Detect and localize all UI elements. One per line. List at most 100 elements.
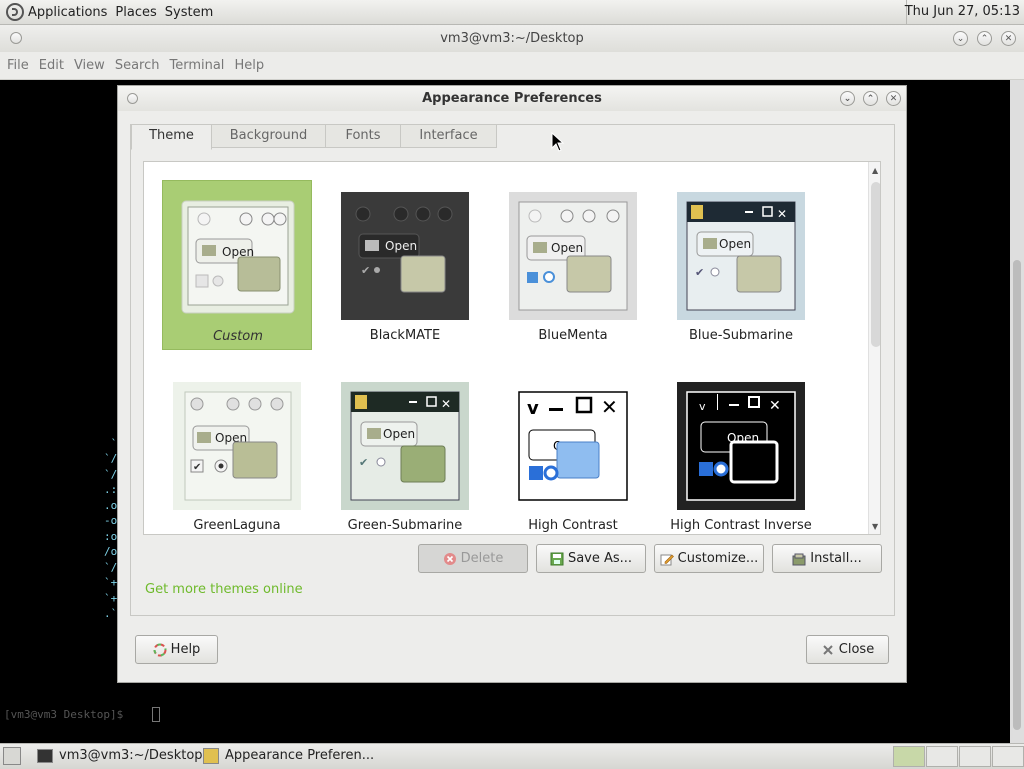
theme-item-custom[interactable]: Open Custom	[162, 180, 312, 350]
save-as-button[interactable]: Save As...	[536, 544, 646, 573]
clock[interactable]: Thu Jun 27, 05:13	[905, 4, 1020, 19]
svg-text:v: v	[527, 398, 539, 419]
task-label: Appearance Preferen...	[225, 748, 375, 763]
theme-item-blackmate[interactable]: Open ✔ BlackMATE	[330, 180, 480, 350]
workspace-3[interactable]	[959, 746, 991, 767]
terminal-icon	[37, 749, 53, 763]
show-desktop-icon[interactable]	[3, 747, 21, 765]
terminal-title: vm3@vm3:~/Desktop	[440, 31, 584, 46]
save-as-label: Save As...	[567, 551, 633, 566]
menu-search[interactable]: Search	[115, 58, 160, 73]
close-icon[interactable]: ✕	[1001, 31, 1016, 46]
menu-file[interactable]: File	[7, 58, 29, 73]
theme-item-bluementa[interactable]: Open BlueMenta	[498, 180, 648, 350]
maximize-icon[interactable]: ⌃	[863, 91, 878, 106]
scroll-up-icon[interactable]: ▲	[872, 166, 878, 175]
theme-preview-high-contrast: v ✕ Open	[509, 382, 637, 510]
appearance-dialog: Appearance Preferences ⌄ ⌃ ✕ Theme Backg…	[117, 85, 907, 683]
terminal-cursor	[152, 707, 160, 722]
save-icon	[550, 552, 564, 565]
top-panel: Applications Places System Thu Jun 27, 0…	[0, 0, 1024, 25]
scrollbar-thumb[interactable]	[1013, 260, 1021, 730]
theme-item-high-contrast[interactable]: v ✕ Open High Contrast	[498, 370, 648, 534]
workspace-4[interactable]	[992, 746, 1024, 767]
close-icon[interactable]: ✕	[886, 91, 901, 106]
theme-preview-high-contrast-inverse: v ✕ Open	[677, 382, 805, 510]
window-menu-icon[interactable]	[127, 93, 138, 104]
minimize-icon[interactable]: ⌄	[953, 31, 968, 46]
workspace-1[interactable]	[893, 746, 925, 767]
help-button[interactable]: Help	[135, 635, 218, 664]
theme-item-high-contrast-inverse[interactable]: v ✕ Open High Contrast Inverse	[666, 370, 816, 534]
install-icon	[792, 553, 806, 565]
svg-text:✕: ✕	[777, 207, 787, 221]
theme-label: Custom	[213, 329, 263, 344]
svg-text:✕: ✕	[769, 398, 781, 414]
dialog-titlebar: Appearance Preferences ⌄ ⌃ ✕	[118, 86, 906, 111]
theme-label: BlueMenta	[538, 328, 608, 343]
theme-label: Green-Submarine	[347, 518, 463, 533]
mate-logo-icon[interactable]	[6, 3, 24, 21]
customize-button[interactable]: Customize...	[654, 544, 764, 573]
svg-text:✕: ✕	[441, 397, 451, 411]
appearance-icon	[203, 748, 219, 764]
menu-edit[interactable]: Edit	[39, 58, 64, 73]
theme-preview-green-submarine: ✕ Open ✔	[341, 382, 469, 510]
theme-label: Blue-Submarine	[688, 328, 794, 343]
delete-icon	[443, 552, 456, 565]
menu-terminal[interactable]: Terminal	[169, 58, 224, 73]
terminal-menubar: File Edit View Search Terminal Help	[0, 52, 1024, 80]
close-button[interactable]: Close	[806, 635, 889, 664]
theme-preview-bluementa: Open	[509, 192, 637, 320]
maximize-icon[interactable]: ⌃	[977, 31, 992, 46]
get-more-themes-link[interactable]: Get more themes online	[145, 582, 303, 597]
svg-text:Open: Open	[719, 237, 751, 251]
workspace-2[interactable]	[926, 746, 958, 767]
svg-text:Open: Open	[383, 427, 415, 441]
menu-view[interactable]: View	[74, 58, 105, 73]
tab-container: Theme Background Fonts Interface Open Cu…	[130, 124, 895, 616]
scroll-down-icon[interactable]: ▼	[872, 522, 878, 531]
tab-background[interactable]: Background	[211, 124, 326, 148]
install-label: Install...	[810, 551, 862, 566]
customize-icon	[660, 554, 674, 565]
help-icon	[153, 643, 167, 656]
theme-item-green-submarine[interactable]: ✕ Open ✔ Green-Submarine	[330, 370, 480, 534]
menu-help[interactable]: Help	[234, 58, 264, 73]
theme-label: High Contrast	[528, 518, 618, 533]
close-label: Close	[838, 642, 875, 657]
terminal-titlebar: vm3@vm3:~/Desktop ⌄ ⌃ ✕	[0, 25, 1024, 52]
theme-label: GreenLaguna	[193, 518, 281, 533]
theme-label: BlackMATE	[369, 328, 441, 343]
theme-item-greenlaguna[interactable]: Open ✔ GreenLaguna	[162, 370, 312, 534]
minimize-icon[interactable]: ⌄	[840, 91, 855, 106]
svg-text:✕: ✕	[601, 395, 618, 419]
menu-system[interactable]: System	[165, 5, 213, 20]
theme-list-scrollbar[interactable]: ▲ ▼	[868, 162, 880, 534]
menu-places[interactable]: Places	[115, 5, 156, 20]
tab-interface[interactable]: Interface	[400, 124, 497, 148]
theme-label: High Contrast Inverse	[670, 518, 812, 533]
terminal-scrollbar[interactable]	[1010, 80, 1024, 743]
theme-item-blue-submarine[interactable]: ✕ Open ✔ Blue-Submarine	[666, 180, 816, 350]
scrollbar-thumb[interactable]	[871, 182, 880, 347]
install-button[interactable]: Install...	[772, 544, 882, 573]
theme-preview-blue-submarine: ✕ Open ✔	[677, 192, 805, 320]
svg-text:Open: Open	[385, 239, 417, 253]
taskbar: vm3@vm3:~/Desktop Appearance Preferen...	[0, 743, 1024, 769]
task-terminal[interactable]: vm3@vm3:~/Desktop	[37, 744, 203, 768]
dialog-title: Appearance Preferences	[422, 91, 602, 106]
terminal-prompt: [vm3@vm3 Desktop]$	[4, 708, 130, 721]
delete-label: Delete	[460, 551, 504, 566]
task-label: vm3@vm3:~/Desktop	[59, 748, 203, 763]
task-appearance[interactable]: Appearance Preferen...	[203, 744, 374, 768]
theme-preview-greenlaguna: Open ✔	[173, 382, 301, 510]
customize-label: Customize...	[677, 551, 759, 566]
svg-text:Open: Open	[551, 241, 583, 255]
tab-theme[interactable]: Theme	[131, 124, 212, 150]
theme-list[interactable]: Open Custom Open ✔ BlackMATE Open BlueMe…	[143, 161, 881, 535]
delete-button[interactable]: Delete	[418, 544, 528, 573]
window-menu-icon[interactable]	[10, 32, 22, 44]
menu-applications[interactable]: Applications	[28, 5, 107, 20]
tab-fonts[interactable]: Fonts	[325, 124, 401, 148]
